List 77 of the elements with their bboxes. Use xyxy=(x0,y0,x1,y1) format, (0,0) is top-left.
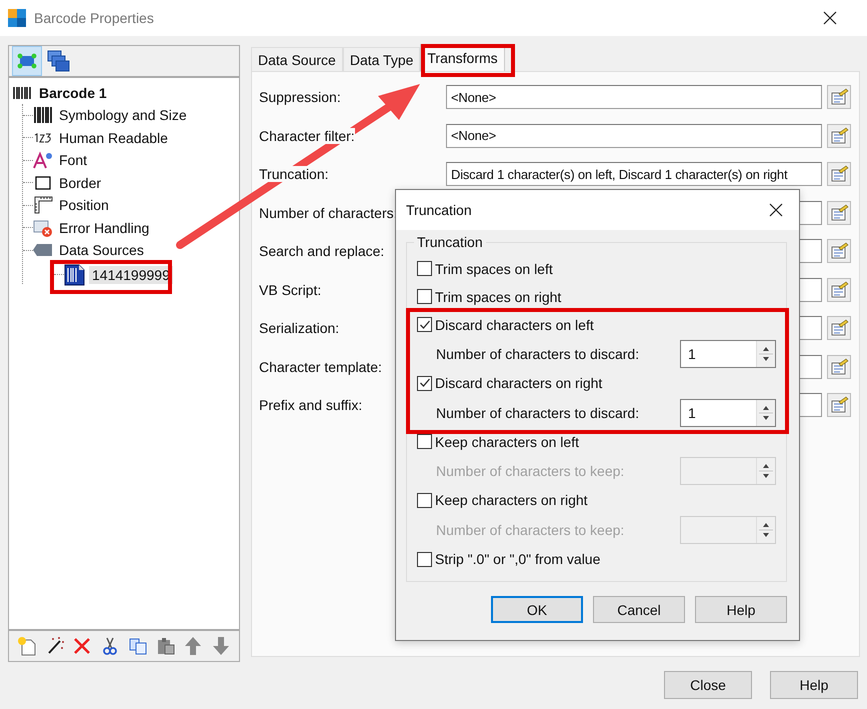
square-icon xyxy=(33,174,53,192)
input-field[interactable]: Discard 1 character(s) on left, Discard 1 character(s) on right xyxy=(446,162,822,186)
field-label: Number of characters: xyxy=(259,204,398,220)
spin-label: Number of characters to keep: xyxy=(436,522,624,538)
copy-icon[interactable] xyxy=(128,636,148,656)
input-field[interactable]: <None> xyxy=(446,124,822,148)
barcode-document-icon xyxy=(64,264,86,286)
tree-item[interactable]: Font xyxy=(56,151,90,170)
tree-item[interactable]: Position xyxy=(56,196,112,214)
checkbox-label: Keep characters on right xyxy=(435,492,588,508)
edit-form-icon[interactable] xyxy=(827,239,851,263)
barcode-icon xyxy=(33,106,53,124)
edit-form-icon[interactable] xyxy=(827,316,851,340)
dialog-button[interactable]: Cancel xyxy=(593,596,685,623)
error-icon xyxy=(33,218,53,237)
field-label: Search and replace: xyxy=(259,243,384,259)
edit-form-icon[interactable] xyxy=(827,124,851,148)
arrow-up-icon[interactable] xyxy=(183,636,204,656)
dialog-button[interactable]: OK xyxy=(491,596,583,623)
dialog-title: Truncation xyxy=(406,202,472,218)
checkbox[interactable] xyxy=(417,317,432,332)
delete-icon[interactable] xyxy=(72,636,92,656)
font-icon xyxy=(33,151,53,170)
checkbox-label: Discard characters on right xyxy=(435,375,602,392)
tab[interactable]: Data Type xyxy=(342,47,420,71)
field-label: Truncation: xyxy=(259,166,329,182)
window-title: Barcode Properties xyxy=(34,10,155,26)
tab[interactable]: Data Source xyxy=(251,47,343,71)
checkbox-label: Strip ".0" or ",0" from value xyxy=(435,551,600,568)
barcode-icon xyxy=(12,87,32,99)
checkbox[interactable] xyxy=(417,552,432,567)
new-document-icon[interactable] xyxy=(16,636,37,656)
checkbox[interactable] xyxy=(417,289,432,304)
checkbox-label: Keep characters on left xyxy=(435,434,579,450)
spin-label: Number of characters to discard: xyxy=(436,404,640,421)
edit-form-icon[interactable] xyxy=(827,278,851,302)
arrow-down-icon[interactable] xyxy=(211,636,232,656)
field-label: Prefix and suffix: xyxy=(259,397,362,413)
dialog-button[interactable]: Help xyxy=(770,671,858,699)
edit-form-icon[interactable] xyxy=(827,200,851,224)
checkbox-label: Discard characters on left xyxy=(435,316,594,333)
close-icon[interactable] xyxy=(769,203,783,217)
checkbox[interactable] xyxy=(417,492,432,508)
field-label: Character template: xyxy=(259,358,382,374)
edit-form-icon[interactable] xyxy=(827,162,851,186)
edit-form-icon[interactable] xyxy=(827,393,851,417)
checkbox[interactable] xyxy=(417,434,432,450)
edit-form-icon[interactable] xyxy=(827,354,851,378)
ruler-icon xyxy=(33,196,53,214)
tree-item[interactable]: Symbology and Size xyxy=(56,106,190,124)
number-spinner[interactable]: 1 xyxy=(680,340,776,368)
tree-item[interactable]: 1414199999 xyxy=(89,266,173,284)
field-label: Serialization: xyxy=(259,320,340,336)
tree-item[interactable]: Border xyxy=(56,174,104,192)
app-icon xyxy=(8,9,26,27)
number-spinner[interactable]: 1 xyxy=(680,398,776,427)
group-title: Truncation xyxy=(414,234,486,250)
dialog-button[interactable]: Close xyxy=(664,671,752,699)
tree-item[interactable]: Error Handling xyxy=(56,218,152,237)
checkbox[interactable] xyxy=(417,376,432,391)
dialog-button[interactable]: Help xyxy=(695,596,787,623)
field-label: VB Script: xyxy=(259,282,322,298)
tree-item[interactable]: Data Sources xyxy=(56,241,147,260)
paste-icon[interactable] xyxy=(156,636,176,656)
spin-label: Number of characters to keep: xyxy=(436,463,624,480)
checkbox-label: Trim spaces on right xyxy=(435,288,562,305)
close-icon[interactable] xyxy=(823,11,837,25)
checkbox[interactable] xyxy=(417,261,432,276)
tree-item[interactable]: Barcode 1 xyxy=(36,84,110,102)
spin-label: Number of characters to discard: xyxy=(436,346,640,362)
edit-form-icon[interactable] xyxy=(827,85,851,109)
input-field[interactable]: <None> xyxy=(446,85,822,109)
field-label: Suppression: xyxy=(259,89,341,105)
field-label: Character filter: xyxy=(259,128,355,144)
checkbox-label: Trim spaces on left xyxy=(435,260,553,277)
tree-item[interactable]: Human Readable xyxy=(56,128,171,147)
diagram-icon[interactable] xyxy=(12,46,42,76)
